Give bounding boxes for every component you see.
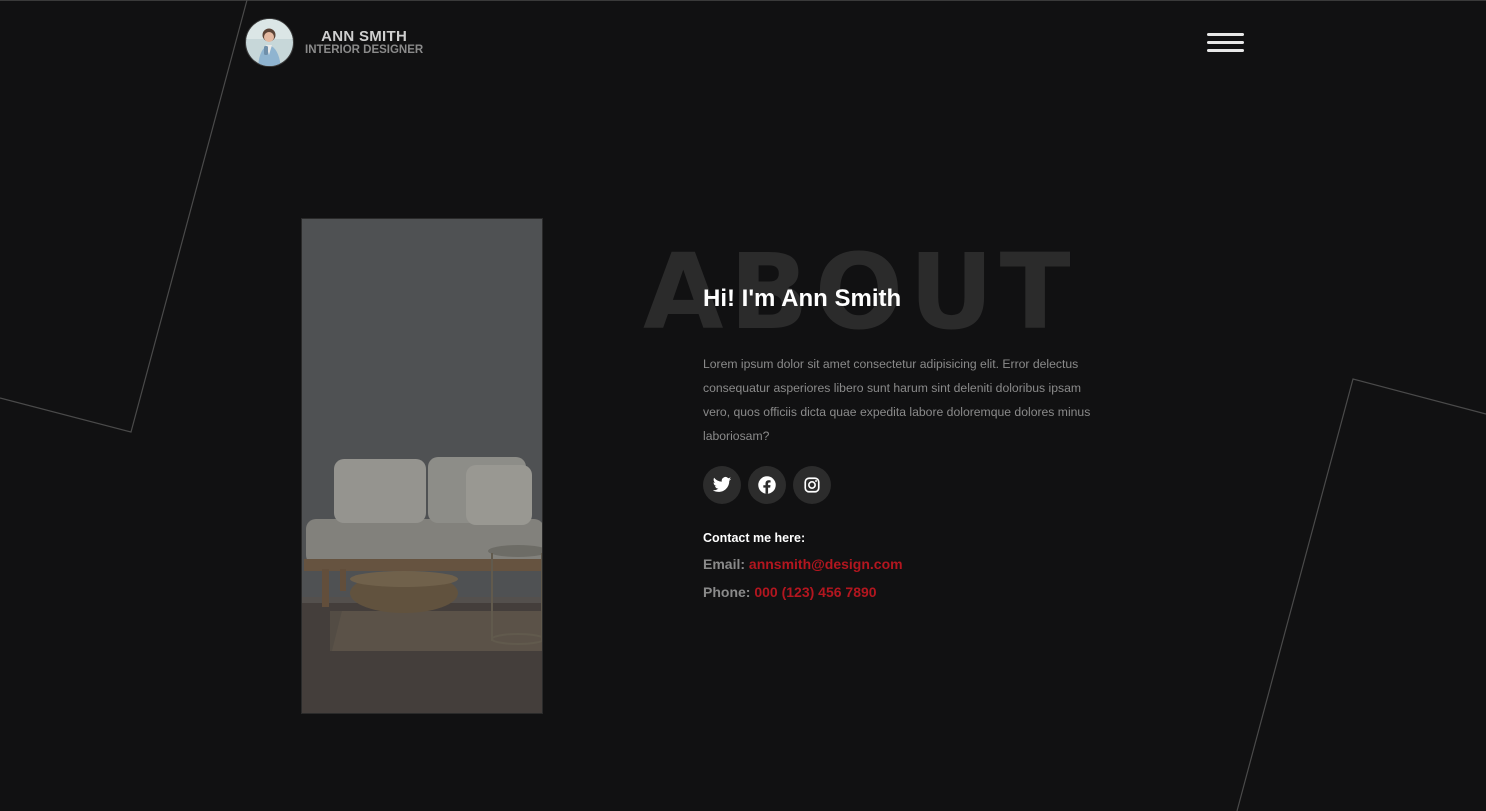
- email-link[interactable]: annsmith@design.com: [749, 556, 903, 572]
- about-body: Lorem ipsum dolor sit amet consectetur a…: [703, 357, 1091, 443]
- social-links: [703, 466, 831, 504]
- avatar: [245, 18, 294, 67]
- about-heading: Hi! I'm Ann Smith: [703, 285, 902, 312]
- phone-link[interactable]: 000 (123) 456 7890: [754, 584, 876, 600]
- brand-role: INTERIOR DESIGNER: [305, 43, 424, 56]
- contact-title: Contact me here:: [703, 531, 806, 545]
- interior-photo: [301, 218, 543, 714]
- email-label: Email:: [703, 556, 746, 572]
- brand[interactable]: ANN SMITH INTERIOR DESIGNER: [245, 18, 423, 67]
- site-header: ANN SMITH INTERIOR DESIGNER: [0, 0, 1486, 86]
- phone-label: Phone:: [703, 584, 751, 600]
- brand-name: ANN SMITH: [321, 27, 408, 45]
- contact-email: Email: annsmith@design.com: [703, 556, 903, 572]
- hamburger-menu-icon[interactable]: [1203, 30, 1247, 56]
- contact-phone: Phone: 000 (123) 456 7890: [703, 584, 877, 600]
- facebook-icon[interactable]: [748, 466, 786, 504]
- about-section: Hi! I'm Ann Smith Lorem ipsum dolor sit …: [703, 284, 1103, 448]
- instagram-icon[interactable]: [793, 466, 831, 504]
- twitter-icon[interactable]: [703, 466, 741, 504]
